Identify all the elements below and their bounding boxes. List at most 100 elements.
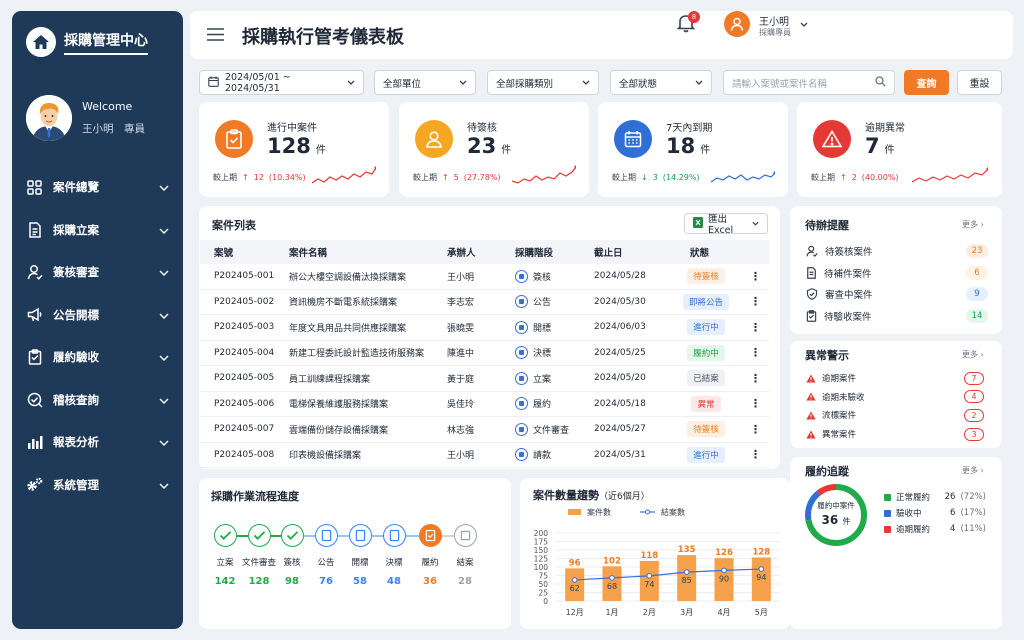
flow-step-icon[interactable] [418,524,442,547]
todo-item[interactable]: 待簽核案件 23 [806,241,988,261]
line-point[interactable] [609,575,615,581]
sidebar-item-case-overview[interactable]: 案件總覽 [12,166,183,209]
chevron-down-icon[interactable] [800,19,808,30]
legend-pct: (11%) [960,524,986,534]
more-vertical-icon[interactable]: ⋮ [750,341,761,366]
table-row[interactable]: P202405-005 員工訓練課程採購案 黃于庭 立案 2024/05/20 … [200,366,769,392]
sidebar-nav: 案件總覽 採購立案 簽核審查 公告開標 履約驗收 稽核查詢 報表分析 系統管理 [12,166,183,506]
line-value-label: 68 [607,582,617,591]
flow-step-icon[interactable] [213,524,237,547]
date-range-picker[interactable]: 2024/05/01 ~ 2024/05/31 [199,70,364,95]
stat-card-pending-approval[interactable]: 待簽核 23 件 較上期 ↑ 5 (27.78%) [399,102,589,197]
more-vertical-icon[interactable]: ⋮ [750,443,761,468]
menu-icon[interactable] [207,28,224,44]
stat-comparison: 較上期 ↑ 2 (40.00%) [811,173,899,182]
line-value-label: 90 [719,574,729,583]
alert-item[interactable]: 逾期案件 7 [806,369,984,387]
stat-card-in-progress[interactable]: 進行中案件 128 件 較上期 ↑ 12 (10.34%) [199,102,389,197]
todo-label: 待驗收案件 [824,311,872,323]
clipboard-icon [26,349,43,366]
stat-card-due-7-days[interactable]: 7天內到期 18 件 較上期 ↓ 3 (14.29%) [598,102,788,197]
line-point[interactable] [646,573,653,579]
alert-label: 逾期未驗收 [822,392,865,403]
table-row[interactable]: P202405-007 雲端備份儲存設備採購案 林志強 文件審查 2024/05… [200,417,769,443]
alerts-more-link[interactable]: 更多 › [962,349,984,360]
status-select[interactable]: 全部狀態 [610,70,712,95]
line-point[interactable] [683,569,690,575]
sidebar-item-approval-review[interactable]: 簽核審查 [12,251,183,294]
home-icon [26,27,56,57]
case-owner: 林志強 [447,425,475,436]
flow-connector [337,535,349,537]
search-input[interactable]: 請輸入案號或案件名稱 [723,70,895,95]
case-status: 已結案 [678,366,734,391]
alert-item[interactable]: 流標案件 2 [806,406,984,424]
page-title: 採購執行管考儀表板 [242,27,404,48]
reset-button[interactable]: 重設 [957,70,1002,95]
tracking-more-link[interactable]: 更多 › [962,465,984,476]
line-point[interactable] [721,567,727,574]
table-row[interactable]: P202405-008 印表機設備採購案 王小明 請款 2024/05/31 進… [200,443,769,468]
bar-value-label: 102 [603,556,621,566]
case-id: P202405-007 [214,424,275,435]
brand-title: 採購管理中心 [64,30,148,55]
table-row[interactable]: P202405-003 年度文具用品共同供應採購案 張曉雯 開標 2024/06… [200,315,769,341]
line-point[interactable] [758,566,765,572]
sidebar-item-system-management[interactable]: 系統管理 [12,464,183,507]
table-header: 案號 案件名稱 承辦人 採購階段 截止日 狀態 [200,240,769,264]
flow-step-icon[interactable] [247,524,271,547]
legend-pct: (17%) [960,508,986,518]
sidebar-item-announcement-bidding[interactable]: 公告開標 [12,294,183,337]
flow-step-icon[interactable] [382,524,406,547]
table-row[interactable]: P202405-001 辦公大樓空調設備汰換採購案 王小明 簽核 2024/05… [200,264,769,290]
line-value-label: 74 [644,580,654,589]
unit-select[interactable]: 全部單位 [374,70,476,95]
legend-swatch [884,509,891,517]
table-row[interactable]: P202405-002 資訊機房不斷電系統採購案 李志宏 公告 2024/05/… [200,290,769,315]
more-vertical-icon[interactable]: ⋮ [750,417,761,442]
case-stage: 決標 [515,341,551,366]
flow-step-icon[interactable] [453,524,477,547]
case-owner: 王小明 [447,272,475,283]
export-excel-button[interactable]: 匯出 Excel [684,213,768,236]
sidebar-item-audit-query[interactable]: 稽核查詢 [12,379,183,422]
date-range-value: 2024/05/01 ~ 2024/05/31 [225,71,291,94]
case-status: 進行中 [678,443,734,468]
stat-value: 18 件 [666,134,711,158]
more-vertical-icon[interactable]: ⋮ [750,366,761,391]
stat-label: 待簽核 [467,123,497,134]
line-point[interactable] [571,577,578,583]
case-id: P202405-001 [214,271,275,282]
user-avatar[interactable] [724,11,750,37]
brand[interactable]: 採購管理中心 [26,27,148,57]
sidebar-item-procurement-filing[interactable]: 採購立案 [12,209,183,252]
flow-step-icon[interactable] [280,524,304,547]
more-vertical-icon[interactable]: ⋮ [750,290,761,315]
sidebar-item-contract-acceptance[interactable]: 履約驗收 [12,336,183,379]
warning-icon [806,411,816,420]
stat-card-overdue[interactable]: 逾期異常 7件 較上期 ↑ 2 (40.00%) [797,102,1002,197]
todo-more-link[interactable]: 更多 › [962,219,984,230]
more-vertical-icon[interactable]: ⋮ [750,315,761,340]
tracking-legend-item: 驗收中 6 (17%) [884,507,986,519]
calendar-icon [208,76,219,90]
table-row[interactable]: P202405-006 電梯保養維護服務採購案 吳佳玲 履約 2024/05/1… [200,392,769,417]
bar-value-label: 135 [678,545,696,555]
alert-item[interactable]: 異常案件 3 [806,425,984,443]
more-vertical-icon[interactable]: ⋮ [750,392,761,417]
flow-step-icon[interactable] [314,524,338,547]
sidebar-item-report-analysis[interactable]: 報表分析 [12,421,183,464]
query-button[interactable]: 查詢 [904,70,949,95]
status-badge: 進行中 [687,319,725,336]
warning-icon [806,374,816,383]
flow-step-icon[interactable] [348,524,372,547]
todo-item[interactable]: 待驗收案件 14 [806,306,988,326]
case-name: 年度文具用品共同供應採購案 [289,323,407,334]
more-vertical-icon[interactable]: ⋮ [750,264,761,289]
category-select[interactable]: 全部採購類別 [487,70,599,95]
alert-item[interactable]: 逾期未驗收 4 [806,388,984,406]
alert-count: 3 [964,427,984,441]
todo-item[interactable]: 待補件案件 6 [806,263,988,283]
table-row[interactable]: P202405-004 新建工程委託設計監造技術服務案 陳進中 決標 2024/… [200,341,769,366]
todo-item[interactable]: 審查中案件 9 [806,284,988,304]
